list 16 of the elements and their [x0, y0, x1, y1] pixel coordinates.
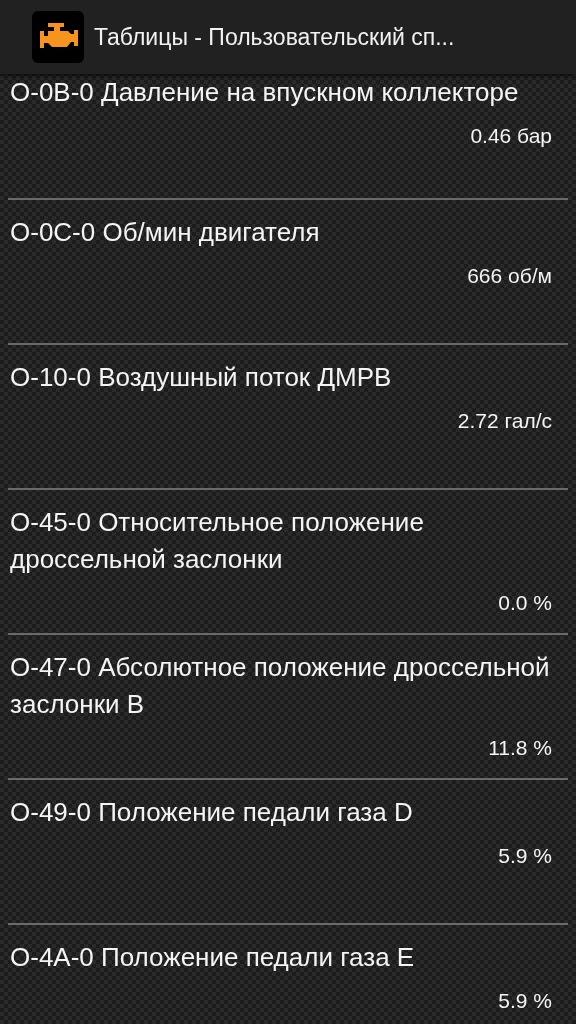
sensor-value: 0.46 бар — [470, 123, 552, 149]
sensor-value: 666 об/м — [467, 263, 552, 289]
sensor-value: 5.9 % — [498, 843, 552, 869]
window-title: Таблицы - Пользовательский сп... — [94, 23, 455, 51]
sensor-value: 0.0 % — [498, 590, 552, 616]
engine-icon[interactable] — [32, 11, 84, 63]
sensor-name: O-10-0 Воздушный поток ДМРВ — [10, 361, 393, 394]
sensor-name: O-4A-0 Положение педали газа E — [10, 941, 416, 974]
sensor-name: O-49-0 Положение педали газа D — [10, 796, 414, 829]
sensor-value: 2.72 гал/с — [457, 408, 552, 434]
sensor-name: O-47-0 Абсолютное положение дроссельной заслонки B — [10, 651, 551, 721]
sensor-name: O-0C-0 Об/мин двигателя — [10, 216, 321, 249]
sensor-value: 5.9 % — [498, 988, 552, 1014]
sensor-value: 11.8 % — [488, 735, 552, 761]
sensor-name: O-0B-0 Давление на впускном коллекторе — [10, 76, 520, 109]
sensor-name: O-45-0 Относительное положение дроссельной заслонки — [10, 506, 425, 576]
